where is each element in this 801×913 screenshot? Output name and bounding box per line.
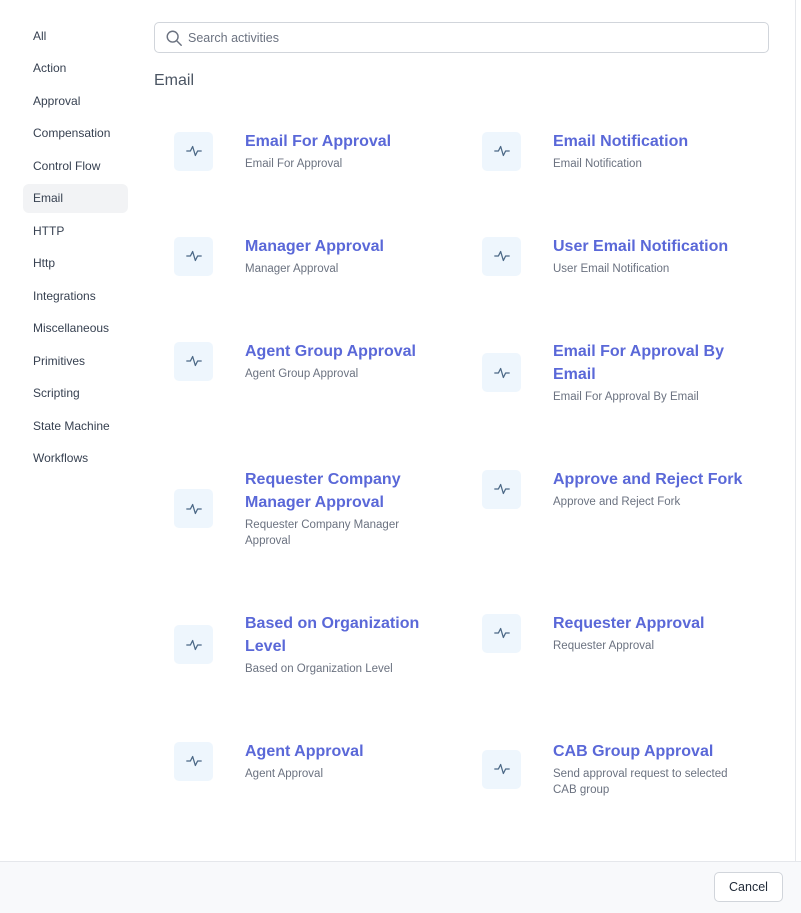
activity-title: Email Notification [553,133,689,150]
activity-icon-box [174,741,213,781]
activity-card[interactable]: Email For Approval By Email Email For Ap… [462,340,747,405]
activity-icon-box [482,353,521,392]
activity-description: Email For Approval [245,158,343,170]
activity-icon-box [482,236,521,276]
activity-icon [493,483,510,495]
activity-icon [493,367,510,378]
sidebar-item-primitives[interactable]: Primitives [23,346,128,375]
activity-card[interactable]: User Email Notification User Email Notif… [462,235,747,277]
sidebar-item-miscellaneous[interactable]: Miscellaneous [23,314,128,343]
activity-picker-panel: All Action Approval Compensation Control… [0,0,796,861]
activity-icon-box [174,341,213,381]
sidebar-item-http[interactable]: Http [23,249,128,278]
activity-title: Email For Approval By Email [553,343,724,383]
activity-icon [493,145,510,157]
activity-card[interactable]: Requester Company Manager Approval Reque… [154,468,439,549]
activity-card[interactable]: Approve and Reject Fork Approve and Reje… [462,468,747,510]
activity-title: Email For Approval [245,133,392,150]
sidebar-item-control-flow[interactable]: Control Flow [23,151,128,180]
sidebar-item-email[interactable]: Email [23,183,128,213]
activity-card[interactable]: CAB Group Approval Send approval request… [462,740,747,798]
activity-icon-box [174,131,213,171]
section-title: Email [154,72,195,89]
activity-description: Agent Group Approval [245,368,359,380]
activity-icon-box [482,749,521,789]
sidebar-item-integrations[interactable]: Integrations [23,281,128,310]
activity-card[interactable]: Email Notification Email Notification [462,130,747,172]
activity-icon [493,763,510,775]
sidebar-item-action[interactable]: Action [23,54,128,83]
activity-icon [185,503,202,514]
activity-icon [185,250,202,262]
search-input[interactable] [188,30,748,45]
activity-description: Requester Company Manager Approval [245,519,400,547]
activity-description: Agent Approval [245,768,324,780]
activity-description: Email Notification [553,158,642,170]
activity-card[interactable]: Email For Approval Email For Approval [154,130,439,172]
activity-description: User Email Notification [553,263,670,275]
activity-description: Approve and Reject Fork [553,496,681,508]
activity-title: Manager Approval [245,238,384,255]
dialog-footer [0,861,801,913]
activity-description: Requester Approval [553,640,655,652]
sidebar-item-scripting[interactable]: Scripting [23,379,128,408]
activity-title: Requester Company Manager Approval [245,471,401,511]
activity-icon [493,250,510,262]
activity-icon [185,755,202,767]
activity-title: Based on Organization Level [245,615,420,655]
activity-icon-box [174,236,213,276]
activity-icon [493,627,510,639]
activity-icon [185,355,202,367]
activity-title: Agent Approval [245,743,364,760]
sidebar-item-all[interactable]: All [23,21,128,50]
sidebar-item-http-upper[interactable]: HTTP [23,216,128,245]
activity-title: CAB Group Approval [553,743,714,760]
sidebar-item-compensation[interactable]: Compensation [23,119,128,148]
cancel-button[interactable]: Cancel [714,872,783,902]
activity-title: Agent Group Approval [245,343,416,360]
search-box [154,22,769,53]
activity-card[interactable]: Based on Organization Level Based on Org… [154,612,439,677]
activity-icon [185,145,202,157]
activity-description: Send approval request to selected CAB gr… [553,768,728,796]
activity-title: User Email Notification [553,238,729,255]
activity-card[interactable]: Agent Group Approval Agent Group Approva… [154,340,439,382]
activity-description: Manager Approval [245,263,339,275]
activity-card[interactable]: Requester Approval Requester Approval [462,612,747,654]
sidebar-item-state-machine[interactable]: State Machine [23,411,128,440]
activity-icon-box [174,625,213,664]
activity-icon [185,639,202,650]
activity-description: Email For Approval By Email [553,391,699,403]
sidebar-item-approval[interactable]: Approval [23,86,128,115]
activity-card[interactable]: Manager Approval Manager Approval [154,235,439,277]
activity-title: Approve and Reject Fork [553,471,743,488]
activity-card[interactable]: Agent Approval Agent Approval [154,740,439,782]
activity-icon-box [174,489,213,528]
activity-description: Based on Organization Level [245,663,393,675]
category-sidebar: All Action Approval Compensation Control… [23,21,128,476]
activity-title: Requester Approval [553,615,705,632]
activity-icon-box [482,131,521,171]
sidebar-item-workflows[interactable]: Workflows [23,444,128,473]
activity-icon-box [482,469,521,509]
activity-icon-box [482,613,521,653]
search-icon [166,30,182,46]
